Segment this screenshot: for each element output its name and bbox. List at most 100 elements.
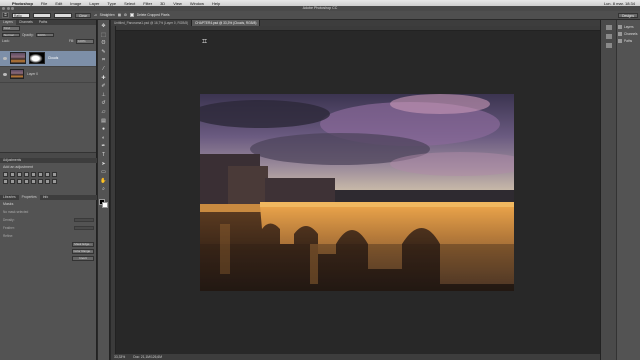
menu-app[interactable]: Photoshop — [8, 1, 37, 6]
marquee-tool-icon[interactable]: ⬚ — [100, 32, 107, 38]
density-slider[interactable] — [74, 218, 94, 222]
menu-window[interactable]: Window — [186, 1, 208, 6]
menu-3d[interactable]: 3D — [156, 1, 169, 6]
tab-layers[interactable]: Layers — [0, 20, 16, 25]
zoom-window-button[interactable] — [11, 7, 14, 10]
fill-field[interactable]: 100% — [76, 39, 94, 44]
black-white-icon[interactable] — [52, 172, 57, 177]
minimize-window-button[interactable] — [6, 7, 10, 10]
gradient-tool-icon[interactable]: ▤ — [100, 118, 107, 124]
invert-icon[interactable] — [24, 179, 29, 184]
layer-row-clouds[interactable]: Clouds — [0, 50, 96, 67]
shortcut-channels[interactable]: Channels — [618, 32, 637, 36]
menu-file[interactable]: File — [37, 1, 51, 6]
channel-mixer-icon[interactable] — [10, 179, 15, 184]
menu-view[interactable]: View — [169, 1, 186, 6]
move-tool-icon[interactable]: ✥ — [100, 23, 107, 29]
delete-cropped-checkbox[interactable] — [129, 13, 134, 17]
path-select-tool-icon[interactable]: ➤ — [100, 161, 107, 167]
hue-saturation-icon[interactable] — [38, 172, 43, 177]
shortcut-paths[interactable]: Paths — [618, 39, 637, 43]
shortcut-layers[interactable]: Layers — [618, 25, 637, 29]
tab-libraries[interactable]: Libraries — [0, 195, 19, 200]
color-lookup-icon[interactable] — [17, 179, 22, 184]
clear-button[interactable]: Clear — [75, 12, 91, 18]
menu-layer[interactable]: Layer — [85, 1, 103, 6]
document-image[interactable] — [200, 94, 514, 291]
eraser-tool-icon[interactable]: ▱ — [100, 109, 107, 115]
healing-brush-tool-icon[interactable]: ✚ — [100, 75, 107, 81]
close-window-button[interactable] — [2, 7, 5, 10]
hand-tool-icon[interactable]: ✋ — [100, 178, 107, 184]
menu-edit[interactable]: Edit — [51, 1, 66, 6]
settings-gear-icon[interactable]: ⚙ — [124, 13, 127, 17]
photo-filter-icon[interactable] — [3, 179, 8, 184]
options-bar: ⌗ Ratio Clear ⊿ Straighten ▦ ⚙ Delete Cr… — [0, 11, 640, 20]
crop-tool-icon[interactable]: ⌗ — [100, 57, 107, 63]
color-swatches[interactable] — [98, 198, 109, 209]
color-range-button[interactable]: Color Range... — [72, 249, 94, 254]
straighten-icon[interactable]: ⊿ — [94, 13, 97, 17]
color-panel-icon[interactable] — [605, 34, 612, 39]
gradient-map-icon[interactable] — [45, 179, 50, 184]
refine-label: Refine: — [3, 234, 14, 238]
selective-color-icon[interactable] — [52, 179, 57, 184]
history-panel-icon[interactable] — [605, 25, 612, 30]
brush-tool-icon[interactable]: ✐ — [100, 83, 107, 89]
layer-row-layer0[interactable]: Layer 0 — [0, 67, 96, 83]
threshold-icon[interactable] — [38, 179, 43, 184]
type-tool-icon[interactable]: T — [100, 152, 107, 158]
shortcut-layers-label: Layers — [624, 25, 634, 29]
levels-icon[interactable] — [10, 172, 15, 177]
document-size[interactable]: Doc: 21,1M/126,6M — [133, 354, 162, 360]
menu-type[interactable]: Type — [103, 1, 120, 6]
tab-info[interactable]: Info — [40, 195, 52, 200]
shape-tool-icon[interactable]: ▭ — [100, 169, 107, 175]
lasso-tool-icon[interactable]: ʘ — [100, 40, 107, 46]
visibility-eye-icon[interactable] — [3, 56, 7, 60]
background-color-swatch[interactable] — [101, 201, 108, 208]
brightness-icon[interactable] — [3, 172, 8, 177]
menu-filter[interactable]: Filter — [139, 1, 156, 6]
fill-label: Fill: — [69, 39, 74, 44]
clone-stamp-tool-icon[interactable]: ⊥ — [100, 92, 107, 98]
blur-tool-icon[interactable]: ● — [100, 126, 107, 132]
color-balance-icon[interactable] — [45, 172, 50, 177]
pen-tool-icon[interactable]: ✒ — [100, 143, 107, 149]
document-canvas[interactable]: ⌗ — [116, 31, 600, 354]
grid-overlay-icon[interactable]: ▦ — [118, 13, 121, 17]
layer-mask-thumbnail[interactable] — [29, 52, 45, 64]
properties-section-title: Masks — [3, 202, 14, 206]
eyedropper-tool-icon[interactable]: ⁄ — [100, 66, 107, 72]
straighten-label: Straighten — [99, 13, 115, 17]
menu-help[interactable]: Help — [208, 1, 224, 6]
workspace-switcher[interactable]: Designs — [618, 13, 638, 18]
invert-button[interactable]: Invert — [72, 256, 94, 261]
ratio-select[interactable]: Ratio — [12, 12, 30, 18]
feather-slider[interactable] — [74, 226, 94, 230]
quick-select-tool-icon[interactable]: ✎ — [100, 49, 107, 55]
vibrance-icon[interactable] — [31, 172, 36, 177]
posterize-icon[interactable] — [31, 179, 36, 184]
curves-icon[interactable] — [17, 172, 22, 177]
status-bar: 33,33% Doc: 21,1M/126,6M — [111, 354, 600, 360]
zoom-tool-icon[interactable]: ⌕ — [100, 186, 107, 192]
dodge-tool-icon[interactable]: ◐ — [100, 135, 107, 141]
exposure-icon[interactable] — [24, 172, 29, 177]
menu-image[interactable]: Image — [66, 1, 85, 6]
tab-properties[interactable]: Properties — [18, 195, 40, 200]
zoom-level[interactable]: 33,33% — [114, 354, 125, 360]
blend-mode-select[interactable]: Normal — [2, 32, 20, 37]
tab-paths[interactable]: Paths — [36, 20, 50, 25]
visibility-eye-icon[interactable] — [3, 72, 7, 76]
layer-kind-select[interactable]: Kind — [2, 26, 20, 31]
mask-edge-button[interactable]: Mask Edge... — [72, 242, 94, 247]
crop-tool-preset-icon[interactable]: ⌗ — [2, 12, 9, 18]
history-brush-tool-icon[interactable]: ↺ — [100, 100, 107, 106]
tab-channels[interactable]: Channels — [16, 20, 36, 25]
menu-select[interactable]: Select — [120, 1, 139, 6]
ratio-width-field[interactable] — [33, 12, 51, 18]
swatches-panel-icon[interactable] — [605, 43, 612, 48]
ratio-height-field[interactable] — [54, 12, 72, 18]
opacity-field[interactable]: 100% — [35, 32, 54, 37]
